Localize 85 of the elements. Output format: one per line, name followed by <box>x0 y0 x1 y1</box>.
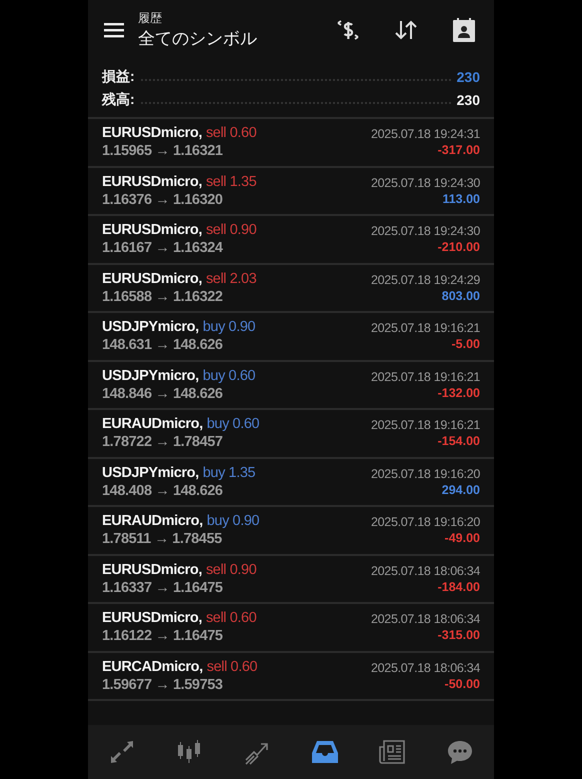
trade-profit: -210.00 <box>438 240 480 254</box>
trade-time: 2025.07.18 19:16:21 <box>371 370 480 384</box>
trade-time: 2025.07.18 19:24:31 <box>371 127 480 142</box>
chat-bubble-icon <box>446 738 474 766</box>
trade-time: 2025.07.18 18:06:34 <box>371 612 480 626</box>
trade-time: 2025.07.18 18:06:34 <box>371 660 480 675</box>
trade-prices: 1.16376 → 1.16320 <box>102 192 223 208</box>
trade-symbol: EURUSDmicro, <box>102 125 202 142</box>
trade-row[interactable]: USDJPYmicro, buy 0.60 148.846 → 148.626 2025.07.18 19:16:21 -132.00 <box>88 362 494 410</box>
trade-symbol: EURCADmicro, <box>102 658 203 675</box>
trade-symbol: EURAUDmicro, <box>102 513 203 530</box>
trade-volume: sell 0.60 <box>206 125 256 142</box>
trade-time: 2025.07.18 19:24:30 <box>371 224 480 238</box>
diagonal-arrows-icon <box>108 739 135 765</box>
trade-row[interactable]: EURUSDmicro, sell 0.90 1.16167 → 1.16324 2025.07.18 19:24:30 -210.00 <box>88 216 494 264</box>
trade-prices: 1.15965 → 1.16321 <box>102 143 223 160</box>
trade-prices: 1.78722 → 1.78457 <box>102 434 223 450</box>
trade-time: 2025.07.18 19:24:29 <box>371 272 480 287</box>
trade-row[interactable]: EURAUDmicro, buy 0.60 1.78722 → 1.78457 2025.07.18 19:16:21 -154.00 <box>88 410 494 458</box>
summary-label: 損益: <box>102 68 135 86</box>
trade-prices: 1.78511 → 1.78455 <box>102 531 222 548</box>
trade-row[interactable]: EURUSDmicro, sell 1.35 1.16376 → 1.16320 2025.07.18 19:24:30 113.00 <box>88 168 494 216</box>
trade-volume: buy 0.60 <box>206 416 260 432</box>
inbox-icon <box>310 738 339 766</box>
trade-profit: -184.00 <box>438 580 480 594</box>
trade-time: 2025.07.18 19:24:30 <box>371 176 480 190</box>
trade-volume: buy 0.60 <box>202 368 256 384</box>
screen-subtitle: 履歴 <box>138 10 163 27</box>
screen-title: 全てのシンボル <box>138 28 258 50</box>
trade-symbol: USDJPYmicro, <box>102 464 199 481</box>
trade-symbol: USDJPYmicro, <box>102 368 199 384</box>
trade-volume: buy 0.90 <box>202 319 256 336</box>
trade-prices: 1.16167 → 1.16324 <box>102 240 223 256</box>
trade-volume: sell 1.35 <box>206 174 256 190</box>
calendar-person-icon <box>452 17 476 43</box>
summary-label: 残高: <box>102 91 135 109</box>
trade-row[interactable]: USDJPYmicro, buy 1.35 148.408 → 148.626 2025.07.18 19:16:20 294.00 <box>88 458 494 507</box>
trade-time: 2025.07.18 19:16:21 <box>371 321 480 336</box>
trade-profit: -50.00 <box>444 676 480 691</box>
trade-prices: 1.59677 → 1.59753 <box>102 676 223 693</box>
trade-symbol: EURUSDmicro, <box>102 270 202 287</box>
summary-value: 230 <box>456 69 480 85</box>
trade-row[interactable]: EURAUDmicro, buy 0.90 1.78511 → 1.78455 2025.07.18 19:16:20 -49.00 <box>88 507 494 556</box>
trade-row[interactable]: USDJPYmicro, buy 0.90 148.631 → 148.626 2025.07.18 19:16:21 -5.00 <box>88 313 494 362</box>
trade-profit: -5.00 <box>452 337 480 352</box>
trade-profit: 294.00 <box>442 482 480 497</box>
trade-row[interactable]: EURUSDmicro, sell 2.03 1.16588 → 1.16322 2025.07.18 19:24:29 803.00 <box>88 264 494 313</box>
trade-symbol: EURUSDmicro, <box>102 174 202 190</box>
trade-volume: sell 0.90 <box>206 222 256 238</box>
trade-profit: -49.00 <box>444 531 480 546</box>
menu-icon <box>104 22 124 38</box>
sort-arrows-icon <box>394 18 418 42</box>
trade-profit: -154.00 <box>438 434 480 448</box>
trade-profit: -315.00 <box>438 628 480 642</box>
trade-prices: 1.16588 → 1.16322 <box>102 288 223 305</box>
trade-row[interactable]: EURCADmicro, sell 0.60 1.59677 → 1.59753 2025.07.18 18:06:34 -50.00 <box>88 652 494 701</box>
trade-prices: 148.408 → 148.626 <box>102 482 223 499</box>
summary-value: 230 <box>456 92 480 108</box>
trade-profit: 803.00 <box>442 288 480 303</box>
trade-time: 2025.07.18 19:16:20 <box>371 466 480 481</box>
trade-symbol: EURUSDmicro, <box>102 610 202 626</box>
trade-prices: 148.846 → 148.626 <box>102 386 223 402</box>
trade-profit: -317.00 <box>438 143 480 158</box>
trade-row[interactable]: EURUSDmicro, sell 0.60 1.15965 → 1.16321 2025.07.18 19:24:31 -317.00 <box>88 119 494 168</box>
trade-volume: sell 0.90 <box>206 562 256 578</box>
trade-prices: 1.16122 → 1.16475 <box>102 628 223 644</box>
trade-volume: sell 0.60 <box>206 658 258 675</box>
trade-symbol: EURAUDmicro, <box>102 416 203 432</box>
trade-row[interactable]: EURUSDmicro, sell 0.90 1.16337 → 1.16475 2025.07.18 18:06:34 -184.00 <box>88 556 494 604</box>
trade-profit: 113.00 <box>442 192 480 206</box>
trade-prices: 1.16337 → 1.16475 <box>102 580 223 596</box>
trade-row[interactable]: EURUSDmicro, sell 0.60 1.16122 → 1.16475 2025.07.18 18:06:34 -315.00 <box>88 604 494 652</box>
trade-symbol: USDJPYmicro, <box>102 319 199 336</box>
trade-profit: -132.00 <box>438 386 480 400</box>
trade-volume: sell 2.03 <box>206 270 256 287</box>
trade-volume: sell 0.60 <box>206 610 256 626</box>
trade-volume: buy 0.90 <box>206 513 260 530</box>
trade-time: 2025.07.18 19:16:20 <box>371 515 480 530</box>
trade-prices: 148.631 → 148.626 <box>102 337 223 354</box>
trade-symbol: EURUSDmicro, <box>102 222 202 238</box>
trade-volume: buy 1.35 <box>202 464 256 481</box>
trade-symbol: EURUSDmicro, <box>102 562 202 578</box>
newspaper-icon <box>378 738 406 766</box>
trade-time: 2025.07.18 18:06:34 <box>371 564 480 578</box>
trade-time: 2025.07.18 19:16:21 <box>371 418 480 432</box>
